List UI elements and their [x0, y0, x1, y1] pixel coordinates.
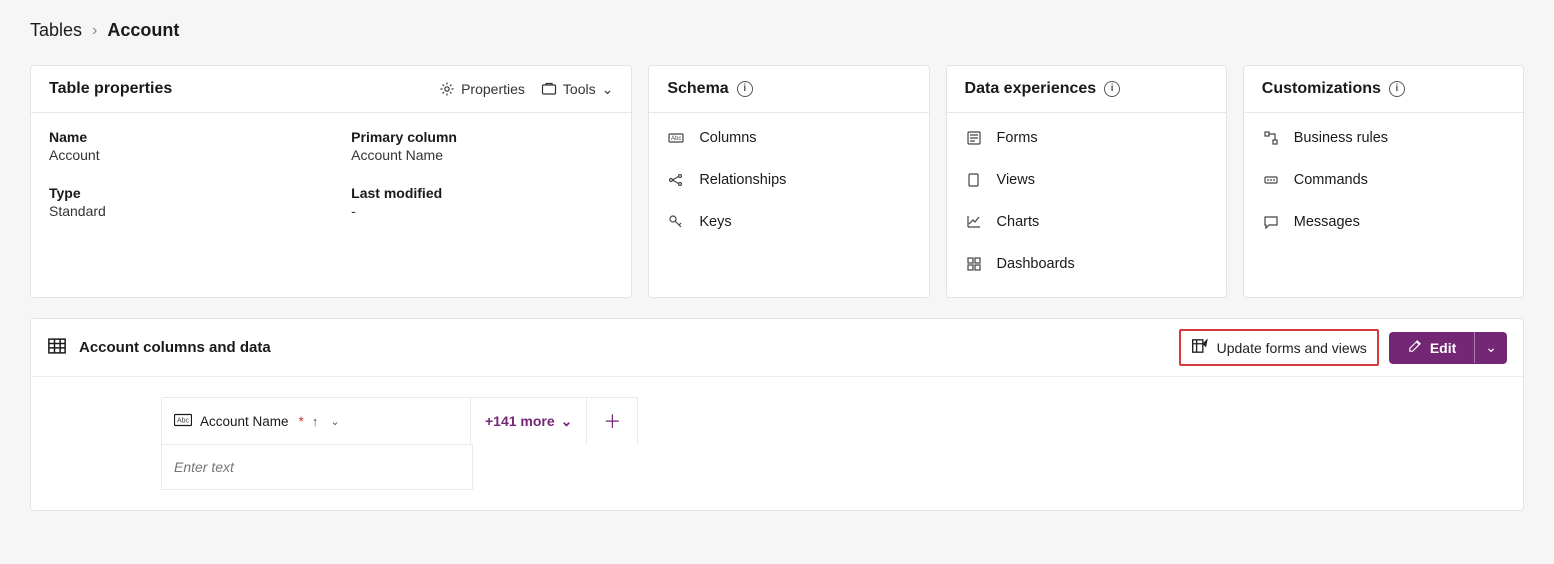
name-value: Account	[49, 147, 311, 163]
commands-icon	[1262, 171, 1280, 189]
messages-link[interactable]: Messages	[1262, 213, 1505, 231]
info-icon[interactable]: i	[1104, 81, 1120, 97]
account-columns-section: Account columns and data Update forms an…	[30, 318, 1524, 511]
chevron-down-icon: ⌄	[561, 413, 573, 430]
edit-button[interactable]: Edit ⌄	[1389, 332, 1507, 364]
charts-label: Charts	[997, 214, 1040, 230]
dashboards-icon	[965, 255, 983, 273]
type-value: Standard	[49, 203, 311, 219]
tools-icon	[541, 81, 557, 97]
chevron-down-icon[interactable]: ⌄	[330, 415, 339, 428]
account-name-input[interactable]	[174, 459, 460, 475]
more-columns-dropdown[interactable]: +141 more ⌄	[471, 403, 586, 440]
gear-icon	[439, 81, 455, 97]
card-title-table-properties: Table properties	[49, 80, 172, 98]
primary-column-value: Account Name	[351, 147, 613, 163]
table-properties-card: Table properties Properties Tools ⌄ Name…	[30, 65, 632, 298]
messages-label: Messages	[1294, 214, 1360, 230]
columns-link[interactable]: Abc Columns	[667, 129, 910, 147]
info-icon[interactable]: i	[1389, 81, 1405, 97]
business-rules-label: Business rules	[1294, 130, 1388, 146]
add-column-button[interactable]: ＋	[586, 398, 637, 444]
relationships-label: Relationships	[699, 172, 786, 188]
tools-label: Tools	[563, 81, 596, 97]
primary-column-label: Primary column	[351, 129, 613, 145]
text-column-icon: Abc	[174, 413, 192, 430]
keys-label: Keys	[699, 214, 731, 230]
chevron-down-icon: ⌄	[1485, 339, 1497, 355]
more-label: +141 more	[485, 413, 555, 429]
plus-icon: ＋	[603, 408, 621, 434]
pencil-icon	[1407, 339, 1422, 357]
breadcrumb-current: Account	[107, 20, 179, 41]
info-icon[interactable]: i	[737, 81, 753, 97]
update-icon	[1191, 337, 1209, 358]
required-asterisk: *	[299, 414, 304, 429]
messages-icon	[1262, 213, 1280, 231]
chevron-down-icon: ⌄	[602, 81, 614, 98]
section-title: Account columns and data	[79, 339, 271, 356]
relationships-link[interactable]: Relationships	[667, 171, 910, 189]
type-label: Type	[49, 185, 311, 201]
last-modified-label: Last modified	[351, 185, 613, 201]
update-label: Update forms and views	[1217, 340, 1367, 356]
forms-link[interactable]: Forms	[965, 129, 1208, 147]
properties-label: Properties	[461, 81, 525, 97]
forms-icon	[965, 129, 983, 147]
last-modified-value: -	[351, 203, 613, 219]
dashboards-label: Dashboards	[997, 256, 1075, 272]
grid-icon	[47, 336, 67, 360]
tools-dropdown[interactable]: Tools ⌄	[541, 81, 613, 98]
breadcrumb: Tables › Account	[30, 20, 1524, 41]
svg-text:Abc: Abc	[177, 417, 190, 424]
card-title-schema: Schema	[667, 80, 728, 98]
name-label: Name	[49, 129, 311, 145]
forms-label: Forms	[997, 130, 1038, 146]
breadcrumb-parent[interactable]: Tables	[30, 20, 82, 41]
dashboards-link[interactable]: Dashboards	[965, 255, 1208, 273]
keys-icon	[667, 213, 685, 231]
column-header-account-name[interactable]: Abc Account Name * ↑ ⌄	[161, 397, 471, 444]
card-title-data-experiences: Data experiences	[965, 80, 1097, 98]
commands-link[interactable]: Commands	[1262, 171, 1505, 189]
card-title-customizations: Customizations	[1262, 80, 1381, 98]
charts-link[interactable]: Charts	[965, 213, 1208, 231]
edit-label: Edit	[1430, 340, 1456, 356]
views-link[interactable]: Views	[965, 171, 1208, 189]
customizations-card: Customizations i Business rules Commands…	[1243, 65, 1524, 298]
business-rules-link[interactable]: Business rules	[1262, 129, 1505, 147]
svg-text:Abc: Abc	[671, 136, 681, 142]
charts-icon	[965, 213, 983, 231]
properties-button[interactable]: Properties	[439, 81, 525, 97]
commands-label: Commands	[1294, 172, 1368, 188]
keys-link[interactable]: Keys	[667, 213, 910, 231]
relationships-icon	[667, 171, 685, 189]
update-forms-views-button[interactable]: Update forms and views	[1179, 329, 1379, 366]
schema-card: Schema i Abc Columns Relationships Keys	[648, 65, 929, 298]
columns-icon: Abc	[667, 129, 685, 147]
views-icon	[965, 171, 983, 189]
business-rules-icon	[1262, 129, 1280, 147]
columns-label: Columns	[699, 130, 756, 146]
chevron-right-icon: ›	[92, 22, 97, 40]
new-row-input-cell[interactable]	[161, 444, 473, 490]
data-experiences-card: Data experiences i Forms Views Charts	[946, 65, 1227, 298]
edit-split-button[interactable]: ⌄	[1474, 332, 1507, 363]
sort-asc-icon: ↑	[312, 414, 319, 429]
column-header-label: Account Name	[200, 414, 289, 429]
views-label: Views	[997, 172, 1035, 188]
